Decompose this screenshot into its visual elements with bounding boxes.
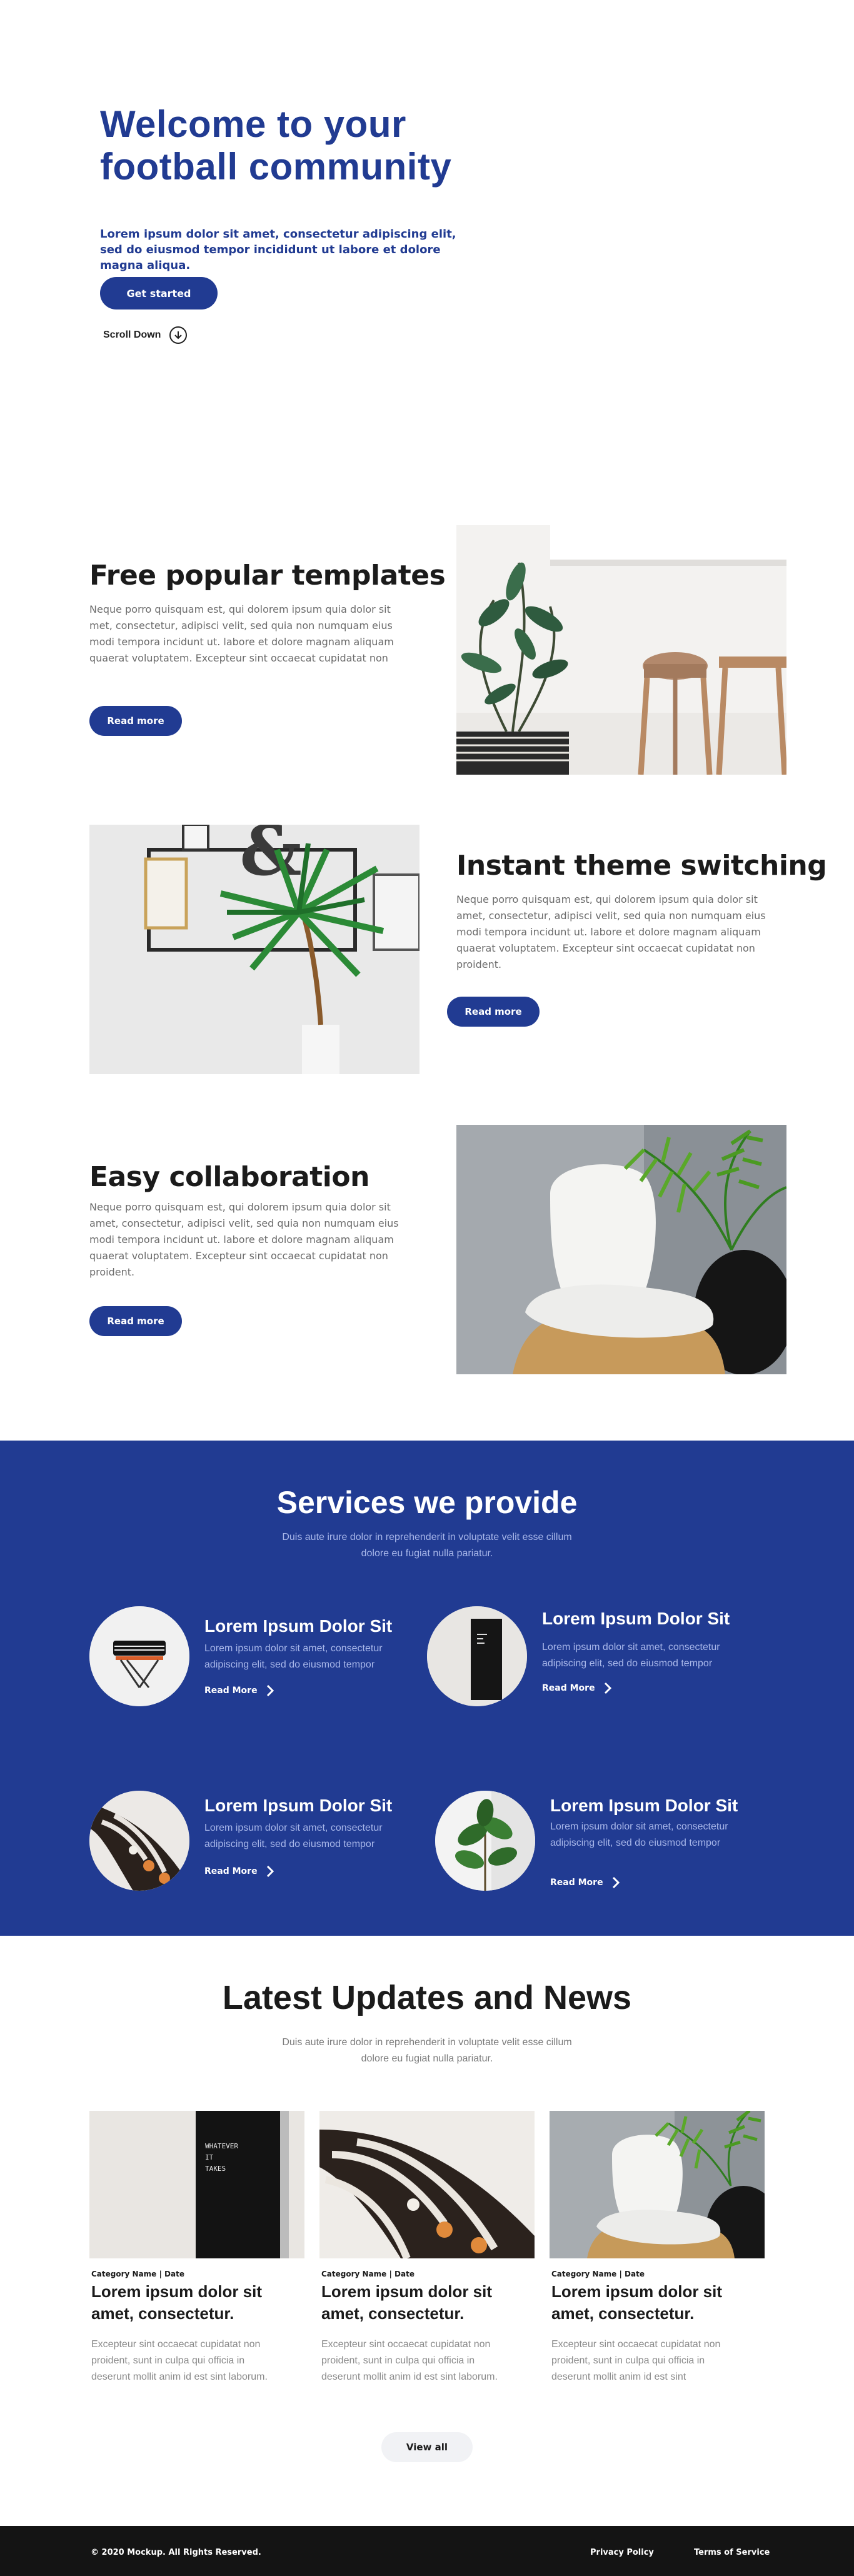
news-subtitle: Duis aute irure dolor in reprehenderit i… bbox=[282, 2037, 572, 2064]
service-image-plant bbox=[435, 1791, 535, 1891]
footer-privacy-link[interactable]: Privacy Policy bbox=[590, 2548, 654, 2557]
svg-text:TAKES: TAKES bbox=[205, 2165, 226, 2173]
get-started-button[interactable]: Get started bbox=[100, 277, 218, 309]
feature-title-theme: Instant theme switching bbox=[456, 850, 827, 882]
news-card-title[interactable]: Lorem ipsum dolor sit amet, consectetur. bbox=[551, 2281, 766, 2325]
view-all-button[interactable]: View all bbox=[381, 2432, 473, 2462]
read-more-label: Read More bbox=[204, 1866, 258, 1876]
feature-text-templates: Neque porro quisquam est, qui dolorem ip… bbox=[89, 603, 394, 664]
feature-text-theme: Neque porro quisquam est, qui dolorem ip… bbox=[456, 893, 766, 970]
news-card-text: Excepteur sint occaecat cupidatat non pr… bbox=[321, 2339, 498, 2382]
chevron-right-icon bbox=[612, 1876, 620, 1889]
service-text: Lorem ipsum dolor sit amet, consectetur … bbox=[550, 1821, 728, 1848]
hero-title: Welcome to your football community bbox=[100, 103, 452, 188]
service-text: Lorem ipsum dolor sit amet, consectetur … bbox=[542, 1642, 720, 1669]
svg-text:WHATEVER: WHATEVER bbox=[205, 2142, 238, 2150]
service-read-more-link[interactable]: Read More bbox=[204, 1684, 274, 1697]
hero-subtitle: Lorem ipsum dolor sit amet, consectetur … bbox=[100, 228, 456, 272]
service-text: Lorem ipsum dolor sit amet, consectetur … bbox=[204, 1823, 383, 1849]
chevron-right-icon bbox=[266, 1684, 274, 1697]
service-text: Lorem ipsum dolor sit amet, consectetur … bbox=[204, 1643, 383, 1670]
service-title: Lorem Ipsum Dolor Sit bbox=[204, 1796, 393, 1815]
feature-title-templates: Free popular templates bbox=[89, 560, 446, 591]
news-card-meta: Category Name | Date bbox=[551, 2270, 645, 2278]
read-more-button[interactable]: Read more bbox=[447, 997, 540, 1027]
service-read-more-link[interactable]: Read More bbox=[550, 1876, 620, 1889]
read-more-button[interactable]: Read more bbox=[89, 1306, 182, 1336]
ampersand-palm-photo: & bbox=[89, 825, 419, 1074]
scroll-down-link[interactable]: Scroll Down bbox=[103, 326, 188, 344]
news-card-text: Excepteur sint occaecat cupidatat non pr… bbox=[91, 2339, 268, 2382]
service-title: Lorem Ipsum Dolor Sit bbox=[204, 1616, 393, 1636]
read-more-label: Read More bbox=[550, 1878, 603, 1888]
service-title: Lorem Ipsum Dolor Sit bbox=[550, 1796, 738, 1815]
news-card-title[interactable]: Lorem ipsum dolor sit amet, consectetur. bbox=[91, 2281, 306, 2325]
services-title: Services we provide bbox=[276, 1485, 578, 1520]
read-more-label: Read More bbox=[542, 1683, 595, 1693]
svg-text:&: & bbox=[239, 825, 301, 891]
svg-text:IT: IT bbox=[205, 2153, 214, 2161]
footer-copyright: © 2020 Mockup. All Rights Reserved. bbox=[91, 2548, 261, 2557]
news-card-meta: Category Name | Date bbox=[91, 2270, 184, 2278]
news-card-image-butterfly[interactable] bbox=[319, 2111, 535, 2258]
news-card-image-chair[interactable] bbox=[550, 2111, 765, 2258]
chevron-right-icon bbox=[266, 1865, 274, 1878]
service-read-more-link[interactable]: Read More bbox=[542, 1682, 611, 1694]
scroll-down-label: Scroll Down bbox=[103, 330, 161, 340]
news-card-meta: Category Name | Date bbox=[321, 2270, 414, 2278]
feature-text-collaboration: Neque porro quisquam est, qui dolorem ip… bbox=[89, 1201, 399, 1278]
news-title: Latest Updates and News bbox=[222, 1979, 632, 2016]
service-image-letterboard bbox=[427, 1606, 527, 1706]
stools-plant-photo bbox=[456, 525, 786, 775]
service-read-more-link[interactable]: Read More bbox=[204, 1865, 274, 1878]
footer-terms-link[interactable]: Terms of Service bbox=[694, 2548, 770, 2557]
service-title: Lorem Ipsum Dolor Sit bbox=[542, 1609, 730, 1628]
arrow-down-circle-icon bbox=[169, 326, 188, 344]
read-more-label: Read More bbox=[204, 1686, 258, 1696]
read-more-button[interactable]: Read more bbox=[89, 706, 182, 736]
white-chair-photo bbox=[456, 1125, 786, 1374]
news-card-image-letterboard[interactable]: WHATEVER IT TAKES bbox=[89, 2111, 304, 2258]
service-image-butterfly bbox=[89, 1791, 189, 1891]
news-card-text: Excepteur sint occaecat cupidatat non pr… bbox=[551, 2339, 721, 2382]
services-subtitle: Duis aute irure dolor in reprehenderit i… bbox=[282, 1532, 572, 1559]
feature-title-collaboration: Easy collaboration bbox=[89, 1161, 369, 1193]
chevron-right-icon bbox=[604, 1682, 611, 1694]
news-card-title[interactable]: Lorem ipsum dolor sit amet, consectetur. bbox=[321, 2281, 536, 2325]
service-image-stool bbox=[89, 1606, 189, 1706]
